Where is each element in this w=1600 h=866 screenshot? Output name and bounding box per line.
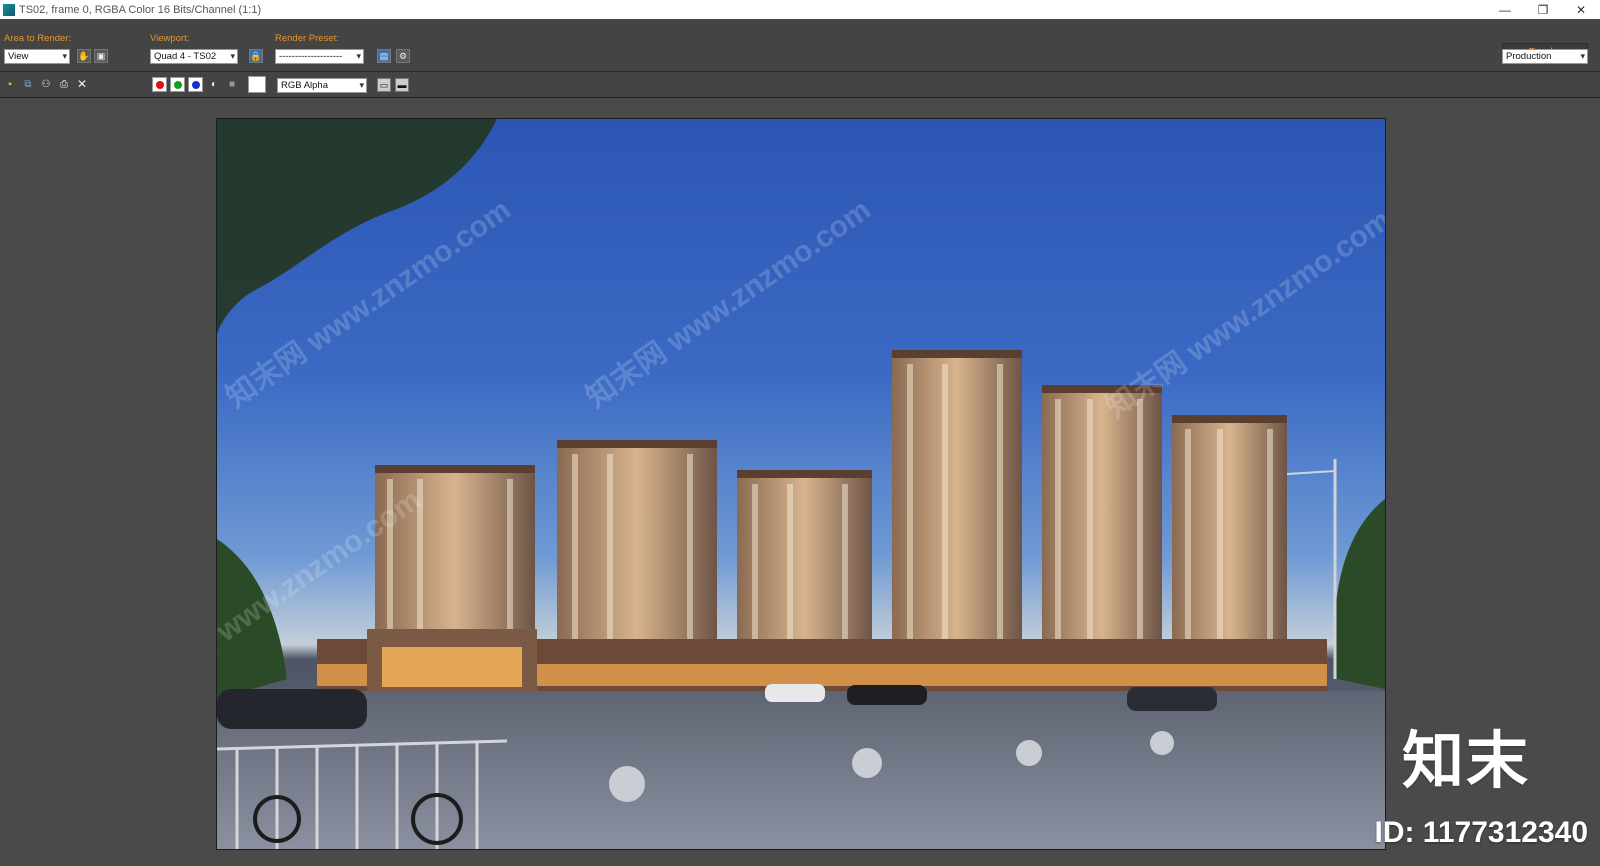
- hand-icon[interactable]: ✋: [77, 49, 91, 63]
- car-white: [765, 684, 825, 702]
- viewport-label: Viewport:: [150, 33, 190, 44]
- channel-display-dropdown[interactable]: RGB Alpha ▾: [277, 78, 367, 93]
- tree-canopy-top-left: [217, 119, 497, 334]
- render-preset-value: --------------------: [279, 51, 343, 62]
- channel-display-value: RGB Alpha: [281, 80, 328, 91]
- save-icon[interactable]: ▪: [4, 78, 16, 90]
- settings-icon[interactable]: ⚙: [396, 49, 410, 63]
- toggle-ui-icon[interactable]: ▬: [395, 78, 409, 92]
- viewport-value: Quad 4 - TS02: [154, 51, 217, 62]
- image-id: ID: 1177312340: [1374, 816, 1588, 849]
- print-icon[interactable]: ⎙: [58, 78, 70, 90]
- monochrome-icon[interactable]: ■: [226, 78, 238, 90]
- copy-icon[interactable]: ⧉: [22, 78, 34, 90]
- lamp-arm: [1286, 470, 1336, 475]
- window-title: TS02, frame 0, RGBA Color 16 Bits/Channe…: [19, 3, 262, 16]
- green-channel-toggle[interactable]: [170, 77, 185, 92]
- alpha-channel-icon[interactable]: ◐: [208, 78, 220, 90]
- chevron-down-icon: ▾: [356, 51, 361, 61]
- car-grey: [1127, 687, 1217, 711]
- bollard: [609, 766, 645, 802]
- title-bar: TS02, frame 0, RGBA Color 16 Bits/Channe…: [0, 0, 1600, 19]
- close-button[interactable]: ✕: [1562, 0, 1600, 19]
- display-icon[interactable]: ▭: [377, 78, 391, 92]
- clone-icon[interactable]: ⚇: [40, 78, 52, 90]
- blue-channel-toggle[interactable]: [188, 77, 203, 92]
- clear-icon[interactable]: ✕: [76, 77, 88, 91]
- brand-logo: 知末: [1401, 727, 1530, 796]
- render-preset-label: Render Preset:: [275, 33, 339, 44]
- tree-right: [1334, 499, 1385, 689]
- lock-icon[interactable]: 🔒: [249, 49, 263, 63]
- area-to-render-label: Area to Render:: [4, 33, 72, 44]
- bollard: [1150, 731, 1174, 755]
- area-to-render-value: View: [8, 51, 29, 62]
- render-preset-dropdown[interactable]: -------------------- ▾: [275, 49, 364, 64]
- production-dropdown[interactable]: Production ▾: [1502, 49, 1588, 64]
- tree-left: [217, 539, 287, 699]
- region-icon[interactable]: ▣: [94, 49, 108, 63]
- app-icon: [3, 3, 15, 16]
- chevron-down-icon: ▾: [62, 51, 67, 61]
- viewport-dropdown[interactable]: Quad 4 - TS02 ▾: [150, 49, 238, 64]
- chevron-down-icon: ▾: [230, 51, 235, 61]
- background-swatch[interactable]: [248, 76, 266, 93]
- restore-button[interactable]: ❐: [1524, 0, 1562, 19]
- chevron-down-icon: ▾: [359, 80, 364, 90]
- clubhouse-lights: [382, 647, 522, 687]
- image-toolbar: ▪ ⧉ ⚇ ⎙ ✕ ◐ ■ RGB Alpha ▾ ▭ ▬: [0, 72, 1600, 98]
- bollard: [1016, 740, 1042, 766]
- area-to-render-dropdown[interactable]: View ▾: [4, 49, 70, 64]
- car-left: [217, 689, 367, 729]
- render-scene: [217, 119, 1385, 849]
- bollard: [852, 748, 882, 778]
- minimize-button[interactable]: —: [1486, 0, 1524, 19]
- rendered-image[interactable]: 知末网 www.znzmo.com 知末网 www.znzmo.com 知末网 …: [216, 118, 1386, 850]
- production-value: Production: [1506, 51, 1552, 62]
- render-settings-panel: Area to Render: View ▾ ✋ ▣ Viewport: Quad…: [0, 19, 1600, 72]
- render-setup-icon[interactable]: ▤: [377, 49, 391, 63]
- red-channel-toggle[interactable]: [152, 77, 167, 92]
- car-black: [847, 685, 927, 705]
- plaza-ground: [217, 691, 1385, 849]
- chevron-down-icon: ▾: [1580, 51, 1585, 61]
